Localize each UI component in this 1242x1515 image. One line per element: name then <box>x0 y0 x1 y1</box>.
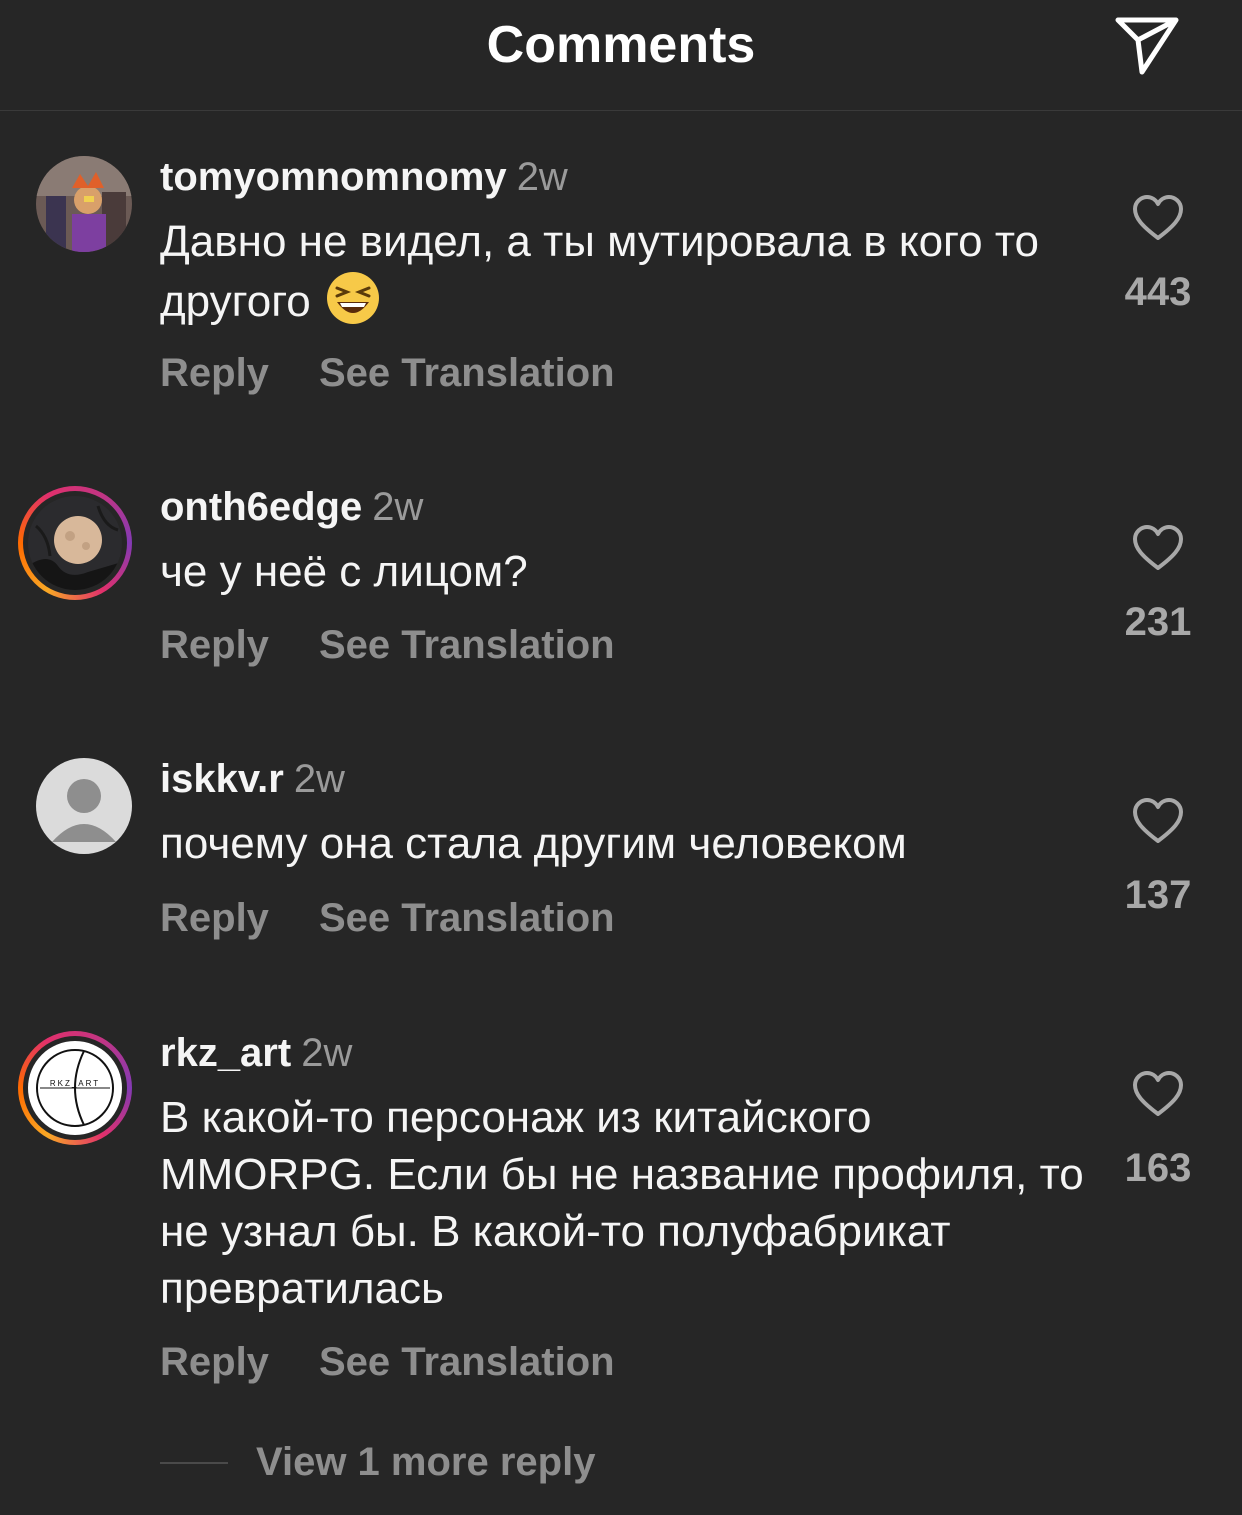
comment-username[interactable]: tomyomnomnomy 2w <box>160 153 568 201</box>
comment-time: 2w <box>301 1031 353 1075</box>
like-count: 443 <box>1124 270 1192 314</box>
comment-username[interactable]: iskkv.r 2w <box>160 755 345 803</box>
reply-button[interactable]: Reply <box>160 351 269 395</box>
avatar[interactable] <box>36 758 132 854</box>
like-count: 137 <box>1124 873 1192 917</box>
comment-body: В какой-то персонаж из китайского MMORPG… <box>160 1093 1084 1313</box>
heart-outline-icon[interactable] <box>1132 1070 1184 1118</box>
avatar-story-ring[interactable]: RKZ_ART <box>18 1031 132 1145</box>
like-count: 163 <box>1124 1146 1192 1190</box>
comment-body: Давно не видел, а ты мутировала в кого т… <box>160 217 1039 326</box>
comment-time: 2w <box>516 155 568 199</box>
comment-actions: Reply See Translation <box>160 621 615 669</box>
comment-text: Давно не видел, а ты мутировала в кого т… <box>160 213 1090 330</box>
avatar[interactable] <box>36 156 132 252</box>
comment-actions: Reply See Translation <box>160 349 615 397</box>
comment-actions: Reply See Translation <box>160 894 615 942</box>
comment-actions: Reply See Translation <box>160 1338 615 1386</box>
comment-time: 2w <box>372 485 424 529</box>
reply-button[interactable]: Reply <box>160 896 269 940</box>
comment-time: 2w <box>293 757 345 801</box>
comment-body: почему она стала другим человеком <box>160 819 907 868</box>
heart-outline-icon[interactable] <box>1132 194 1184 242</box>
avatar-logo-text: RKZ_ART <box>50 1079 100 1088</box>
see-translation-button[interactable]: See Translation <box>319 623 615 667</box>
comment-text: В какой-то персонаж из китайского MMORPG… <box>160 1089 1090 1317</box>
like-count: 231 <box>1124 600 1192 644</box>
grinning-squinting-face-icon <box>326 272 379 324</box>
comments-header: Comments <box>0 0 1242 111</box>
username-text[interactable]: iskkv.r <box>160 757 284 801</box>
page-title: Comments <box>486 16 756 74</box>
comment-text: че у неё с лицом? <box>160 543 1090 600</box>
comment-text: почему она стала другим человеком <box>160 815 1090 872</box>
divider <box>160 1462 228 1464</box>
avatar-story-ring[interactable] <box>18 486 132 600</box>
comment-body: че у неё с лицом? <box>160 547 528 596</box>
username-text[interactable]: rkz_art <box>160 1031 291 1075</box>
comment-username[interactable]: onth6edge 2w <box>160 483 423 531</box>
reply-button[interactable]: Reply <box>160 1340 269 1384</box>
view-more-label[interactable]: View 1 more reply <box>256 1437 595 1487</box>
avatar[interactable] <box>28 496 122 590</box>
see-translation-button[interactable]: See Translation <box>319 896 615 940</box>
see-translation-button[interactable]: See Translation <box>319 351 615 395</box>
avatar-ring-gap: RKZ_ART <box>23 1036 127 1140</box>
reply-button[interactable]: Reply <box>160 623 269 667</box>
comment-username[interactable]: rkz_art 2w <box>160 1029 352 1077</box>
username-text[interactable]: onth6edge <box>160 485 362 529</box>
paper-plane-icon[interactable] <box>1110 10 1182 76</box>
heart-outline-icon[interactable] <box>1132 797 1184 845</box>
heart-outline-icon[interactable] <box>1132 524 1184 572</box>
username-text[interactable]: tomyomnomnomy <box>160 155 507 199</box>
avatar[interactable]: RKZ_ART <box>28 1041 122 1135</box>
see-translation-button[interactable]: See Translation <box>319 1340 615 1384</box>
avatar-ring-gap <box>23 491 127 595</box>
